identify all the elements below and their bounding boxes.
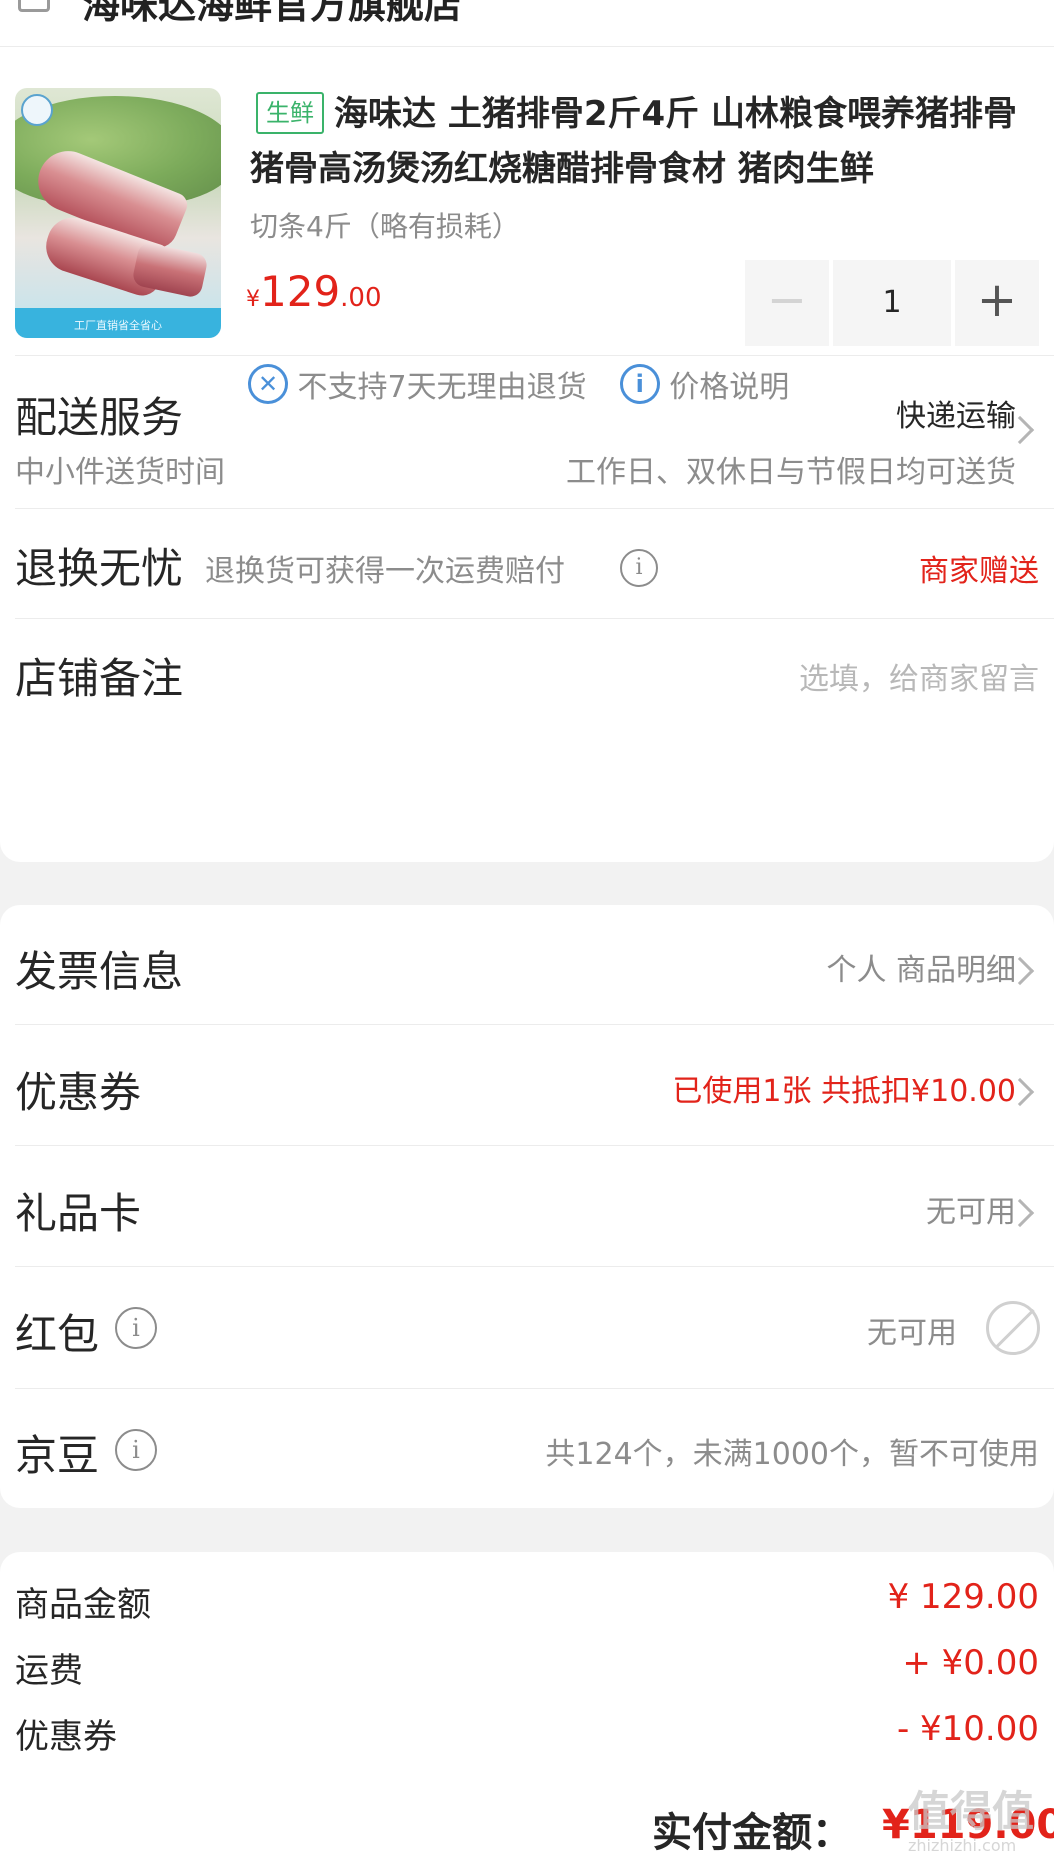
disabled-icon bbox=[986, 1301, 1040, 1355]
product-title[interactable]: 海味达 土猪排骨2斤4斤 山林粮食喂养猪排骨 猪骨高汤煲汤红烧糖醋排骨食材 猪肉… bbox=[250, 87, 1030, 197]
order-item-card: 工厂直销省全省心 海味达 土猪排骨2斤4斤 山林粮食喂养猪排骨 猪骨高汤煲汤红烧… bbox=[0, 47, 1054, 862]
shipping-value: + ¥0.00 bbox=[902, 1643, 1039, 1683]
delivery-method[interactable]: 快递运输 bbox=[896, 391, 1016, 435]
price-note-link[interactable]: 价格说明 bbox=[669, 370, 789, 405]
remark-input[interactable]: 选填，给商家留言 bbox=[799, 654, 1039, 698]
goods-amount-value: ¥ 129.00 bbox=[887, 1577, 1039, 1617]
product-price: ¥129.00 bbox=[246, 267, 382, 316]
pay-amount-label: 实付金额： bbox=[652, 1810, 852, 1856]
red-packet-value: 无可用 bbox=[867, 1316, 957, 1351]
watermark: 值得值 zhizhizhi.com bbox=[908, 1788, 1054, 1875]
info-icon[interactable]: i bbox=[115, 1307, 157, 1349]
delivery-label: 配送服务 bbox=[15, 393, 184, 442]
divider bbox=[15, 1145, 1054, 1146]
return-value: 商家赠送 bbox=[919, 554, 1039, 589]
divider bbox=[15, 618, 1054, 619]
increase-button[interactable]: + bbox=[955, 260, 1039, 346]
divider bbox=[15, 1024, 1054, 1025]
decrease-button[interactable]: − bbox=[745, 260, 829, 346]
gift-card-label[interactable]: 礼品卡 bbox=[15, 1180, 141, 1241]
info-icon[interactable]: i bbox=[620, 549, 658, 587]
product-image[interactable]: 工厂直销省全省心 bbox=[15, 88, 221, 338]
payment-options-card: 发票信息 个人 商品明细 优惠券 已使用1张 共抵扣¥10.00 礼品卡 无可用… bbox=[0, 905, 1054, 1508]
shop-checkbox[interactable] bbox=[18, 0, 50, 12]
quantity-stepper: − 1 + bbox=[745, 260, 1039, 346]
divider bbox=[15, 1266, 1054, 1267]
jingdou-label: 京豆 bbox=[15, 1431, 100, 1480]
image-banner: 工厂直销省全省心 bbox=[15, 308, 221, 338]
shipping-label: 运费 bbox=[15, 1651, 83, 1691]
divider bbox=[15, 1388, 1054, 1389]
shop-name[interactable]: 海味达海鲜官方旗舰店 bbox=[82, 0, 462, 29]
coupon-summary-value: - ¥10.00 bbox=[896, 1709, 1039, 1749]
no-return-text: 不支持7天无理由退货 bbox=[297, 370, 587, 405]
gift-card-value[interactable]: 无可用 bbox=[926, 1187, 1016, 1231]
price-decimal: .00 bbox=[340, 283, 382, 313]
price-integer: 129 bbox=[260, 267, 341, 316]
product-spec[interactable]: 切条4斤（略有损耗） bbox=[250, 205, 520, 245]
no-return-icon: ✕ bbox=[248, 364, 288, 404]
delivery-time-value: 工作日、双休日与节假日均可送货 bbox=[566, 455, 1016, 490]
coupon-summary-label: 优惠券 bbox=[15, 1717, 117, 1757]
order-confirm-page: 海味达海鲜官方旗舰店 工厂直销省全省心 海味达 土猪排骨2斤4斤 山林粮食喂养猪… bbox=[0, 0, 1054, 1875]
return-label: 退换无忧 bbox=[15, 544, 184, 593]
watermark-text: 值得值 bbox=[908, 1787, 1035, 1836]
fresh-tag: 生鲜 bbox=[256, 92, 324, 134]
brand-seal-icon bbox=[21, 94, 53, 126]
coupon-label[interactable]: 优惠券 bbox=[15, 1059, 141, 1120]
product-notices: ✕ 不支持7天无理由退货 i 价格说明 bbox=[248, 362, 789, 408]
invoice-label[interactable]: 发票信息 bbox=[15, 938, 183, 999]
jingdou-value: 共124个，未满1000个，暂不可使用 bbox=[545, 1437, 1039, 1472]
goods-amount-label: 商品金额 bbox=[15, 1585, 151, 1625]
divider bbox=[15, 508, 1054, 509]
remark-label: 店铺备注 bbox=[15, 654, 184, 703]
divider bbox=[15, 355, 1054, 356]
info-icon[interactable]: i bbox=[619, 364, 660, 404]
shop-header: 海味达海鲜官方旗舰店 bbox=[0, 0, 1054, 47]
coupon-value[interactable]: 已使用1张 共抵扣¥10.00 bbox=[672, 1066, 1016, 1110]
price-currency: ¥ bbox=[246, 287, 260, 312]
red-packet-label: 红包 bbox=[15, 1310, 100, 1359]
delivery-time-label: 中小件送货时间 bbox=[15, 455, 225, 490]
quantity-value[interactable]: 1 bbox=[833, 260, 951, 346]
watermark-url: zhizhizhi.com bbox=[908, 1836, 1017, 1855]
return-desc: 退换货可获得一次运费赔付 bbox=[205, 554, 565, 589]
info-icon[interactable]: i bbox=[115, 1429, 157, 1471]
invoice-value[interactable]: 个人 商品明细 bbox=[826, 945, 1016, 989]
